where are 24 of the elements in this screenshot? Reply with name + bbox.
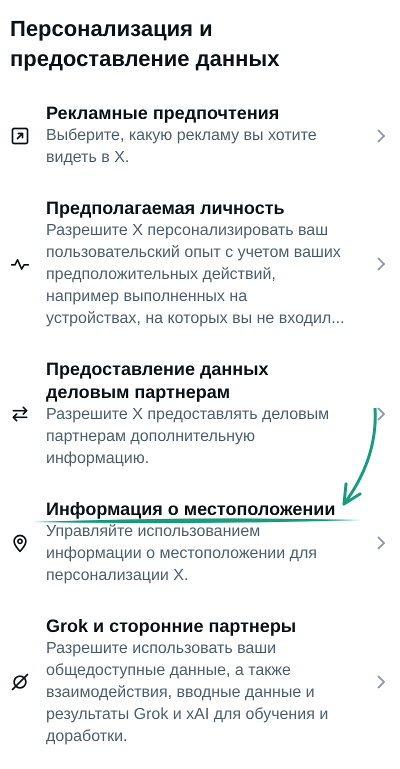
chevron-right-icon (376, 256, 386, 270)
chevron-right-icon (376, 407, 386, 421)
arrow-square-icon (10, 126, 30, 146)
item-description: Разрешите X персонализировать ваш пользовательский опыт с учетом ваших предположительных действий, например выполненных на устройствах, на которых вы не входил... (46, 221, 346, 329)
item-description: Выберите, какую рекламу вы хотите видеть в X. (46, 126, 318, 168)
settings-item[interactable]: Информация о местоположении Управляйте использованием информации о местоположении для персонализации X. (0, 498, 400, 587)
page-title: Персонализация и предоставление данных (9, 15, 280, 73)
settings-item[interactable]: Предполагаемая личность Разрешите X персонализировать ваш пользовательский опыт с учетом ваших предположительных действий, например выполненных на устройствах, на которых вы не входил... (0, 197, 400, 330)
item-description: Управляйте использованием информации о местоположении для персонализации X. (46, 522, 318, 586)
settings-item[interactable]: Grok и сторонние партнеры Разрешите использовать ваши общедоступные данные, а также взаимодействия, вводные данные и результаты Grok и xAI для обучения и доработки. (0, 615, 400, 748)
slashed-circle-icon (10, 672, 30, 692)
item-title: Grok и сторонние партнеры (46, 615, 298, 638)
chevron-right-icon (376, 536, 386, 550)
settings-item[interactable]: Рекламные предпочтения Выберите, какую рекламу вы хотите видеть в X. (0, 102, 400, 169)
item-title: Информация о местоположении (46, 498, 336, 521)
swap-arrows-icon (10, 404, 30, 424)
item-title: Предполагаемая личность (46, 197, 286, 220)
item-title: Предоставление данных деловым партнерам (46, 358, 270, 404)
settings-item[interactable]: Предоставление данных деловым партнерам Разрешите X предоставлять деловым партнерам дополнительную информацию. (0, 358, 400, 470)
item-description: Разрешите использовать ваши общедоступные данные, а также взаимодействия, вводные данные и результаты Grok и xAI для обучения и доработки. (46, 639, 330, 747)
chevron-right-icon (376, 128, 386, 142)
item-title: Рекламные предпочтения (46, 102, 280, 125)
chevron-right-icon (376, 674, 386, 688)
item-description: Разрешите X предоставлять деловым партнерам дополнительную информацию. (46, 405, 330, 469)
